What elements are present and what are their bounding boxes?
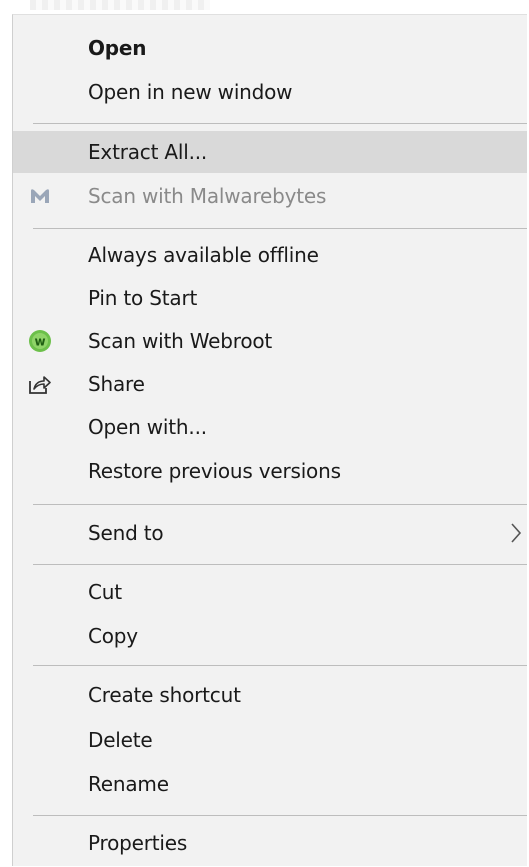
menu-item-label: Always available offline bbox=[88, 243, 319, 267]
menu-separator bbox=[33, 815, 527, 816]
menu-item-label: Create shortcut bbox=[88, 683, 241, 707]
menu-item-scan-webroot[interactable]: w Scan with Webroot bbox=[13, 321, 527, 361]
svg-text:w: w bbox=[34, 335, 45, 349]
menu-item-label: Rename bbox=[88, 772, 169, 796]
menu-separator bbox=[33, 123, 527, 124]
menu-item-label: Scan with Malwarebytes bbox=[88, 184, 327, 208]
menu-item-always-offline[interactable]: Always available offline bbox=[13, 235, 527, 275]
cropped-top-strip bbox=[30, 0, 210, 10]
menu-item-label: Extract All... bbox=[88, 140, 208, 164]
menu-item-rename[interactable]: Rename bbox=[13, 764, 527, 804]
menu-item-scan-malwarebytes[interactable]: Scan with Malwarebytes bbox=[13, 176, 527, 216]
menu-item-cut[interactable]: Cut bbox=[13, 572, 527, 612]
menu-item-label: Cut bbox=[88, 580, 122, 604]
menu-separator bbox=[33, 564, 527, 565]
menu-item-copy[interactable]: Copy bbox=[13, 616, 527, 656]
menu-item-label: Share bbox=[88, 372, 145, 396]
menu-item-share[interactable]: Share bbox=[13, 364, 527, 404]
menu-item-pin-to-start[interactable]: Pin to Start bbox=[13, 278, 527, 318]
menu-item-open-new-window[interactable]: Open in new window bbox=[13, 72, 527, 112]
menu-item-delete[interactable]: Delete bbox=[13, 720, 527, 760]
menu-item-properties[interactable]: Properties bbox=[13, 823, 527, 863]
menu-item-label: Open bbox=[88, 36, 147, 60]
menu-item-label: Copy bbox=[88, 624, 138, 648]
menu-separator bbox=[33, 504, 527, 505]
menu-item-label: Send to bbox=[88, 521, 164, 545]
menu-item-label: Scan with Webroot bbox=[88, 329, 273, 353]
menu-item-extract-all[interactable]: Extract All... bbox=[13, 131, 527, 173]
webroot-icon: w bbox=[27, 328, 53, 354]
menu-item-label: Open with... bbox=[88, 415, 207, 439]
menu-item-label: Pin to Start bbox=[88, 286, 198, 310]
menu-item-open[interactable]: Open bbox=[13, 28, 527, 68]
chevron-right-icon bbox=[509, 521, 523, 545]
menu-separator bbox=[33, 228, 527, 229]
menu-item-label: Delete bbox=[88, 728, 153, 752]
context-menu: Open Open in new window Extract All... S… bbox=[12, 14, 527, 866]
menu-item-send-to[interactable]: Send to bbox=[13, 513, 527, 553]
menu-item-label: Open in new window bbox=[88, 80, 293, 104]
malwarebytes-icon bbox=[27, 183, 53, 209]
menu-item-open-with[interactable]: Open with... bbox=[13, 407, 527, 447]
menu-item-label: Restore previous versions bbox=[88, 459, 341, 483]
menu-item-create-shortcut[interactable]: Create shortcut bbox=[13, 675, 527, 715]
share-icon bbox=[27, 371, 53, 397]
menu-item-label: Properties bbox=[88, 831, 188, 855]
menu-separator bbox=[33, 665, 527, 666]
menu-item-restore-versions[interactable]: Restore previous versions bbox=[13, 451, 527, 491]
